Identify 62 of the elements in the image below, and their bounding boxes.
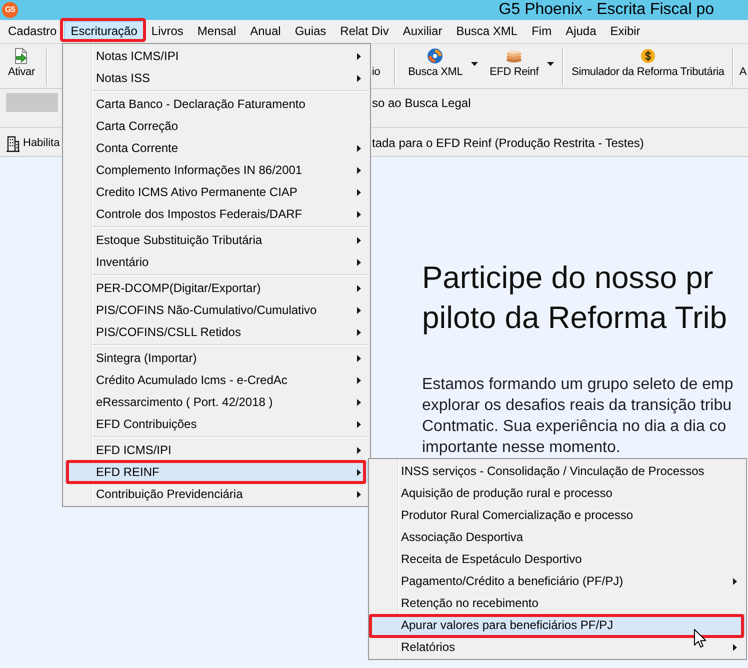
menu-item[interactable]: Ajuda — [558, 21, 604, 42]
menu-item[interactable]: Controle dos Impostos Federais/DARF — [65, 203, 368, 225]
menu-item[interactable]: PIS/COFINS Não-Cumulativo/Cumulativo — [65, 299, 368, 321]
toolbar-button[interactable]: Busca XML — [405, 48, 481, 79]
menu-item[interactable]: Inventário — [65, 251, 368, 273]
menu-item[interactable]: Apurar valores para beneficiários PF/PJ — [370, 614, 745, 636]
menu-item[interactable]: Mensal — [190, 21, 244, 42]
menu-item[interactable]: Notas ICMS/IPI — [65, 45, 368, 67]
menu-item[interactable]: INSS serviços - Consolidação / Vinculação de Processos — [370, 460, 745, 482]
menu-item[interactable]: Sintegra (Importar) — [65, 347, 368, 369]
toolbar-button[interactable]: EFD Reinf — [486, 48, 557, 79]
menu-item[interactable]: Pagamento/Crédito a beneficiário (PF/PJ) — [370, 570, 745, 592]
menu-item[interactable]: Aquisição de produção rural e processo — [370, 482, 745, 504]
toolbar-button[interactable]: Simulador da Reforma Tributária — [568, 48, 728, 79]
menu-item[interactable]: Exibir — [603, 21, 648, 42]
menu-item[interactable]: Anual — [243, 21, 288, 42]
caret-down-icon — [470, 62, 478, 66]
menu-item[interactable]: Credito ICMS Ativo Permanente CIAP — [65, 181, 368, 203]
document-arrow-icon — [13, 48, 30, 64]
menu-item[interactable]: Retenção no recebimento — [370, 592, 745, 614]
menu-item[interactable]: Relat Div — [333, 21, 396, 42]
menu-item[interactable]: Contribuição Previdenciária — [65, 483, 368, 505]
menu-item[interactable]: PER-DCOMP(Digitar/Exportar) — [65, 277, 368, 299]
coin-stack-icon — [506, 49, 522, 63]
menu-item[interactable]: eRessarcimento ( Port. 42/2018 ) — [65, 391, 368, 413]
menu-item[interactable]: Cadastro — [1, 21, 64, 42]
menu-item[interactable]: PIS/COFINS/CSLL Retidos — [65, 321, 368, 343]
menu-item[interactable]: EFD ICMS/IPI — [65, 439, 368, 461]
intro-paragraph: Estamos formando um grupo seleto de emp explorar os desafios reais da transição tribu Contmatic. Sua experiência no dia a dia co importante nesse momento. — [422, 375, 734, 458]
app-logo: G5 — [2, 2, 18, 18]
menu-item[interactable]: EFD REINF — [65, 461, 368, 483]
toolbar-button[interactable]: io — [372, 48, 380, 79]
menu-item[interactable]: EFD Contribuições — [65, 413, 368, 435]
menu-item[interactable]: Associação Desportiva — [370, 526, 745, 548]
menu-item[interactable]: Estoque Substituição Tributária — [65, 229, 368, 251]
menu-item[interactable]: Livros — [144, 21, 190, 42]
menu-item[interactable]: Receita de Espetáculo Desportivo — [370, 548, 745, 570]
menu-item[interactable]: Carta Banco - Declaração Faturamento — [65, 93, 368, 115]
info-text: so ao Busca Legal — [372, 95, 471, 112]
swirl-icon — [427, 48, 444, 64]
menu-item[interactable]: Notas ISS — [65, 67, 368, 89]
menu-item[interactable]: Guias — [288, 21, 334, 42]
caret-down-icon — [546, 62, 554, 66]
mouse-pointer-icon — [694, 629, 706, 648]
dollar-coin-icon — [640, 49, 655, 63]
menu-item[interactable]: Complemento Informações IN 86/2001 — [65, 159, 368, 181]
menu-item[interactable]: Crédito Acumulado Icms - e-CredAc — [65, 369, 368, 391]
menu-item[interactable]: Busca XML — [449, 21, 525, 42]
menu-item[interactable]: Produtor Rural Comercialização e processo — [370, 504, 745, 526]
menu-item[interactable]: Carta Correção — [65, 115, 368, 137]
toolbar-button[interactable]: Ativar — [5, 48, 38, 79]
status-text: tada para o EFD Reinf (Produção Restrita - Testes) — [372, 136, 644, 151]
menu-item[interactable]: Auxiliar — [396, 21, 450, 42]
panel-label: Habilita — [23, 136, 60, 151]
window-title: G5 Phoenix - Escrita Fiscal po — [498, 0, 714, 20]
redaction-block — [6, 93, 58, 112]
menu-item[interactable]: Fim — [524, 21, 559, 42]
menu-item[interactable]: Conta Corrente — [65, 137, 368, 159]
building-icon — [6, 136, 20, 152]
toolbar-button[interactable]: A — [739, 48, 746, 79]
menu-item[interactable]: Relatórios — [370, 636, 745, 658]
heading: Participe do nosso pr piloto da Reforma Trib — [422, 259, 727, 337]
